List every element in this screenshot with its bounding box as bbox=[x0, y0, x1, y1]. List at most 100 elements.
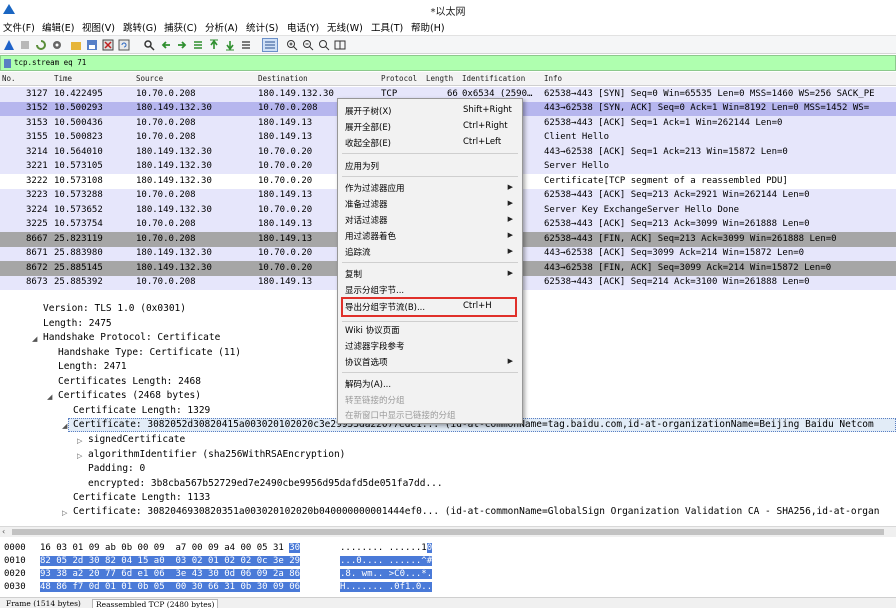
menu-item-apply-as-column[interactable]: 应用为列 bbox=[345, 160, 379, 172]
start-capture-icon[interactable] bbox=[3, 39, 15, 51]
column-header-source[interactable]: Source bbox=[136, 74, 163, 83]
detail-line[interactable]: Certificate Length: 1329 bbox=[73, 405, 210, 416]
menu-item-export-packet-bytes[interactable]: 导出分组字节流(B)... bbox=[345, 301, 425, 313]
column-header-no[interactable]: No. bbox=[2, 74, 16, 83]
bookmark-icon[interactable] bbox=[4, 59, 11, 68]
cell-info: 62538→443 [SYN] Seq=0 Win=65535 Len=0 MS… bbox=[544, 88, 875, 99]
cell-time: 25.885145 bbox=[54, 262, 103, 273]
scrollbar-thumb[interactable] bbox=[12, 529, 884, 535]
ascii-bytes-selected[interactable]: ...0.... ......^# bbox=[340, 556, 433, 566]
tab-frame[interactable]: Frame (1514 bytes) bbox=[3, 599, 84, 608]
column-header-identification[interactable]: Identification bbox=[462, 74, 525, 83]
resize-columns-icon[interactable] bbox=[334, 39, 346, 51]
zoom-out-icon[interactable] bbox=[302, 39, 314, 51]
detail-line[interactable]: Handshake Protocol: Certificate bbox=[43, 332, 220, 343]
menu-item-follow-stream[interactable]: 追踪流 bbox=[345, 246, 371, 258]
column-header-length[interactable]: Length bbox=[426, 74, 453, 83]
go-forward-icon[interactable] bbox=[176, 39, 188, 51]
menu-item-apply-as-filter[interactable]: 作为过滤器应用 bbox=[345, 182, 405, 194]
open-file-icon[interactable] bbox=[70, 39, 82, 51]
menu-telephony[interactable]: 电话(Y) bbox=[287, 20, 319, 34]
menu-item-colorize-with-filter[interactable]: 用过滤器着色 bbox=[345, 230, 396, 242]
zoom-in-icon[interactable] bbox=[286, 39, 298, 51]
find-packet-icon[interactable] bbox=[143, 39, 155, 51]
menu-view[interactable]: 视图(V) bbox=[82, 20, 115, 34]
cell-info: 62538→443 [FIN, ACK] Seq=213 Ack=3099 Wi… bbox=[544, 233, 837, 244]
detail-line[interactable]: Length: 2475 bbox=[43, 318, 112, 329]
details-horizontal-scrollbar[interactable]: ‹ bbox=[0, 526, 896, 537]
menu-item-filter-field-reference[interactable]: 过滤器字段参考 bbox=[345, 340, 405, 352]
column-header-destination[interactable]: Destination bbox=[258, 74, 308, 83]
display-filter-bar[interactable]: tcp.stream eq 71 bbox=[0, 55, 896, 71]
menu-item-protocol-preferences[interactable]: 协议首选项 bbox=[345, 356, 388, 368]
menu-file[interactable]: 文件(F) bbox=[3, 20, 35, 34]
autoscroll-icon[interactable] bbox=[240, 39, 252, 51]
menu-edit[interactable]: 编辑(E) bbox=[42, 20, 74, 34]
stop-capture-icon[interactable] bbox=[19, 39, 31, 51]
menu-item-show-packet-bytes[interactable]: 显示分组字节... bbox=[345, 284, 404, 296]
detail-line[interactable]: algorithmIdentifier (sha256WithRSAEncryp… bbox=[88, 449, 345, 460]
detail-line[interactable]: Handshake Type: Certificate (11) bbox=[58, 347, 241, 358]
cell-info: 443→62538 [FIN, ACK] Seq=3099 Ack=214 Wi… bbox=[544, 262, 832, 273]
hex-bytes[interactable]: 16 03 01 09 ab 0b 00 09 a7 00 09 a4 00 0… bbox=[40, 543, 301, 553]
cell-dst: 10.70.0.20 bbox=[258, 146, 313, 157]
go-first-icon[interactable] bbox=[208, 39, 220, 51]
column-header-info[interactable]: Info bbox=[544, 74, 562, 83]
menu-item-collapse-all[interactable]: 收起全部(E) bbox=[345, 137, 391, 149]
menu-item-expand-subtrees[interactable]: 展开子树(X) bbox=[345, 105, 391, 117]
menu-wireless[interactable]: 无线(W) bbox=[327, 20, 363, 34]
restart-capture-icon[interactable] bbox=[35, 39, 47, 51]
cell-no: 3152 bbox=[26, 103, 48, 113]
detail-line[interactable]: Version: TLS 1.0 (0x0301) bbox=[43, 303, 186, 314]
tab-reassembled-tcp[interactable]: Reassembled TCP (2480 bytes) bbox=[92, 599, 219, 608]
go-back-icon[interactable] bbox=[160, 39, 172, 51]
detail-line[interactable]: Certificate: 3082046930820351a0030201020… bbox=[73, 506, 879, 517]
menu-item-conversation-filter[interactable]: 对话过滤器 bbox=[345, 214, 388, 226]
close-file-icon[interactable] bbox=[102, 39, 114, 51]
menu-item-expand-all[interactable]: 展开全部(E) bbox=[345, 121, 391, 133]
menu-item-decode-as[interactable]: 解码为(A)... bbox=[345, 378, 391, 390]
expanded-arrow-icon[interactable]: ◢ bbox=[62, 422, 67, 430]
menu-help[interactable]: 帮助(H) bbox=[411, 20, 445, 34]
go-to-packet-icon[interactable] bbox=[192, 39, 204, 51]
collapsed-arrow-icon[interactable]: ▷ bbox=[77, 452, 82, 460]
detail-line[interactable]: signedCertificate bbox=[88, 434, 185, 445]
detail-line[interactable]: Certificates (2468 bytes) bbox=[58, 390, 201, 401]
reload-icon[interactable] bbox=[118, 39, 130, 51]
save-file-icon[interactable] bbox=[86, 39, 98, 51]
colorize-icon[interactable] bbox=[262, 38, 278, 52]
menu-analyze[interactable]: 分析(A) bbox=[205, 20, 238, 34]
ascii-bytes-selected[interactable]: .8. wm.. >C0...*. bbox=[340, 569, 433, 579]
menu-statistics[interactable]: 统计(S) bbox=[246, 20, 278, 34]
zoom-normal-icon[interactable] bbox=[318, 39, 330, 51]
detail-line[interactable]: encrypted: 3b8cba567b52729ed7e2490cbe995… bbox=[88, 478, 443, 489]
detail-line[interactable]: Certificates Length: 2468 bbox=[58, 376, 201, 387]
collapsed-arrow-icon[interactable]: ▷ bbox=[62, 509, 67, 517]
detail-line[interactable]: Padding: 0 bbox=[88, 463, 145, 474]
column-header-time[interactable]: Time bbox=[54, 74, 72, 83]
menu-item-copy[interactable]: 复制 bbox=[345, 268, 362, 280]
menu-item-prepare-filter[interactable]: 准备过滤器 bbox=[345, 198, 388, 210]
menu-item-wiki-protocol-page[interactable]: Wiki 协议页面 bbox=[345, 324, 400, 336]
menu-tools[interactable]: 工具(T) bbox=[371, 20, 403, 34]
hex-bytes-selected[interactable]: 93 38 a2 20 77 6d e1 06 3e 43 30 0d 06 0… bbox=[40, 569, 301, 579]
expanded-arrow-icon[interactable]: ◢ bbox=[47, 393, 52, 401]
scroll-left-icon[interactable]: ‹ bbox=[2, 527, 5, 536]
collapsed-arrow-icon[interactable]: ▷ bbox=[77, 437, 82, 445]
detail-line[interactable]: Length: 2471 bbox=[58, 361, 127, 372]
go-last-icon[interactable] bbox=[224, 39, 236, 51]
hex-bytes-selected[interactable]: 48 86 f7 0d 01 01 0b 05 00 30 66 31 0b 3… bbox=[40, 582, 301, 592]
ascii-bytes[interactable]: ........ ......10 bbox=[340, 543, 433, 553]
capture-options-icon[interactable] bbox=[51, 39, 63, 51]
display-filter-input[interactable]: tcp.stream eq 71 bbox=[14, 58, 86, 67]
hex-bytes-selected[interactable]: 82 05 2d 30 82 04 15 a0 03 02 01 02 02 0… bbox=[40, 556, 301, 566]
detail-line[interactable]: Certificate Length: 1133 bbox=[73, 492, 210, 503]
menu-separator bbox=[342, 153, 518, 154]
hex-offset: 0030 bbox=[4, 582, 26, 592]
hex-offset: 0010 bbox=[4, 556, 26, 566]
menu-capture[interactable]: 捕获(C) bbox=[164, 20, 197, 34]
ascii-bytes-selected[interactable]: H....... .0f1.0.. bbox=[340, 582, 433, 592]
column-header-protocol[interactable]: Protocol bbox=[381, 74, 417, 83]
menu-go[interactable]: 跳转(G) bbox=[123, 20, 157, 34]
expanded-arrow-icon[interactable]: ◢ bbox=[32, 335, 37, 343]
